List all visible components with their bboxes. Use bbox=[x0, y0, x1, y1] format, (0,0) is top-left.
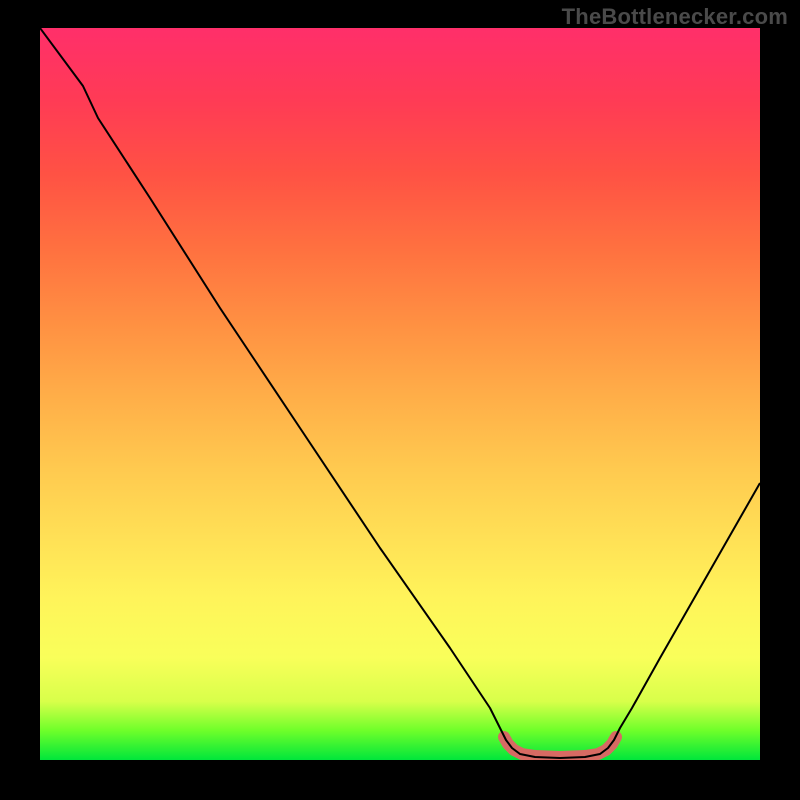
main-curve bbox=[40, 28, 760, 758]
chart-frame: TheBottlenecker.com bbox=[0, 0, 800, 800]
chart-svg bbox=[40, 28, 760, 760]
watermark-text: TheBottlenecker.com bbox=[562, 4, 788, 30]
plot-area bbox=[40, 28, 760, 760]
